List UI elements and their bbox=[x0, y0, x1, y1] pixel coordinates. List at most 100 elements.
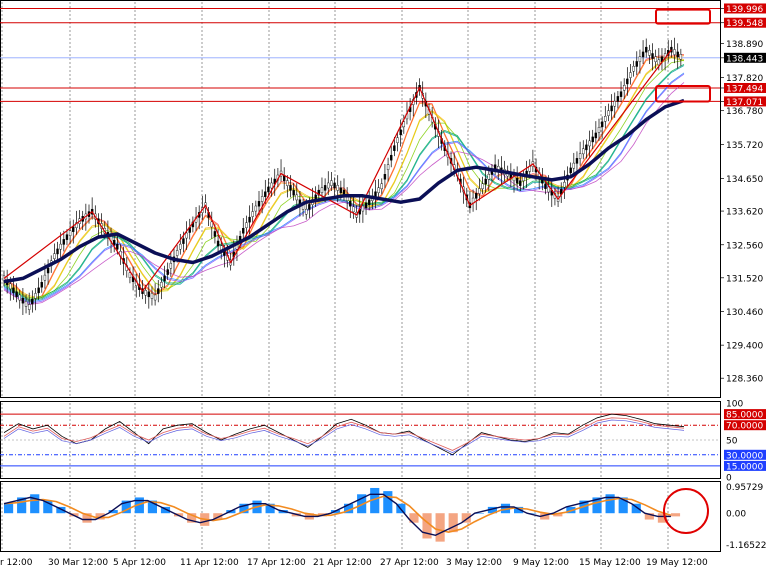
candle-body bbox=[216, 240, 220, 247]
candle-body bbox=[515, 177, 519, 184]
candle-body bbox=[676, 51, 679, 58]
candle-body bbox=[166, 269, 169, 275]
macd-y-axis: 0.95729 0.00 -1.16522 bbox=[726, 483, 766, 551]
price-tag-text: 138.443 bbox=[726, 54, 763, 64]
osc-y-label: 50 bbox=[726, 437, 738, 447]
y-tick-label: 131.520 bbox=[726, 274, 763, 284]
candle-body bbox=[327, 182, 330, 189]
candle-body bbox=[116, 243, 119, 250]
candle-body bbox=[15, 291, 18, 298]
candle-body bbox=[591, 136, 594, 143]
candle-body bbox=[59, 243, 62, 250]
candle-body bbox=[657, 59, 661, 66]
macd-y-label: 0.00 bbox=[726, 510, 746, 520]
candle-body bbox=[40, 282, 43, 288]
candle-body bbox=[24, 301, 28, 307]
candle-body bbox=[616, 96, 620, 102]
macd-panel-frame bbox=[0, 481, 721, 552]
price-y-axis: 139.996 139.548 138.890 138.443 137.820137.4… bbox=[720, 3, 766, 385]
candle-body bbox=[21, 297, 25, 304]
y-tick-label: 138.890 bbox=[726, 40, 763, 50]
candle-body bbox=[9, 283, 12, 290]
candle-body bbox=[150, 293, 154, 299]
candle-body bbox=[153, 294, 157, 301]
osc-level-tag-text: 15.0000 bbox=[726, 462, 763, 472]
candle-body bbox=[295, 194, 298, 201]
candle-body bbox=[578, 153, 582, 159]
candle-body bbox=[386, 164, 390, 170]
candle-body bbox=[673, 49, 676, 55]
osc-level-tag-text: 70.0000 bbox=[726, 422, 763, 432]
osc-level-tag-text: 85.0000 bbox=[726, 411, 763, 421]
y-tick-label: 135.720 bbox=[726, 141, 763, 151]
candle-body bbox=[645, 46, 648, 53]
candle-body bbox=[18, 294, 21, 301]
x-tick-label: 9 May 12:00 bbox=[513, 558, 569, 568]
candle-body bbox=[320, 187, 324, 194]
macd-bar bbox=[383, 491, 393, 514]
candle-body bbox=[377, 187, 380, 194]
macd-bar bbox=[435, 513, 445, 542]
candle-body bbox=[390, 154, 393, 161]
y-tick-label: 137.820 bbox=[726, 74, 763, 84]
y-tick-label: 129.400 bbox=[726, 342, 763, 352]
candle-body bbox=[213, 231, 217, 237]
candle-body bbox=[519, 180, 522, 186]
candle-body bbox=[179, 243, 182, 250]
candle-body bbox=[12, 287, 15, 294]
candle-body bbox=[544, 183, 547, 190]
oscillator-y-axis: 10085.000070.0000 50 30.000015.0000 0 bbox=[724, 400, 766, 484]
candle-body bbox=[251, 211, 254, 217]
candle-body bbox=[185, 232, 188, 239]
candle-body bbox=[582, 148, 585, 155]
candle-body bbox=[245, 222, 248, 228]
candle-body bbox=[31, 298, 34, 305]
candle-body bbox=[147, 291, 151, 298]
price-tag-text: 139.548 bbox=[726, 19, 763, 29]
candle-body bbox=[254, 205, 258, 212]
price-tag-text: 137.494 bbox=[726, 84, 763, 94]
candle-body bbox=[597, 127, 601, 133]
price-tag-text: 139.996 bbox=[726, 5, 763, 15]
candle-body bbox=[364, 202, 368, 209]
y-tick-label: 130.460 bbox=[726, 308, 763, 318]
candle-body bbox=[487, 174, 491, 180]
candle-body bbox=[308, 204, 311, 210]
candle-body bbox=[619, 91, 623, 97]
x-tick-label: 17 Apr 12:00 bbox=[247, 558, 306, 568]
candle-body bbox=[53, 253, 56, 259]
candle-body bbox=[641, 51, 645, 58]
candle-body bbox=[361, 205, 365, 212]
x-axis: r 12:00 30 Mar 12:00 5 Apr 12:00 11 Apr 12:… bbox=[0, 558, 708, 568]
candle-body bbox=[367, 199, 371, 205]
candle-body bbox=[257, 201, 261, 207]
candle-body bbox=[572, 162, 576, 169]
candle-body bbox=[349, 201, 352, 207]
candle-body bbox=[648, 50, 651, 56]
candle-body bbox=[175, 250, 179, 256]
x-tick-label: 11 Apr 12:00 bbox=[180, 558, 239, 568]
candle-body bbox=[260, 196, 264, 202]
x-tick-label: 30 Mar 12:00 bbox=[48, 558, 108, 568]
candle-body bbox=[613, 100, 616, 107]
x-tick-label: 27 Apr 12:00 bbox=[380, 558, 439, 568]
x-tick-label: 5 Apr 12:00 bbox=[113, 558, 166, 568]
candle-body bbox=[34, 293, 37, 299]
x-tick-label: 3 May 12:00 bbox=[446, 558, 502, 568]
candle-body bbox=[292, 189, 295, 196]
candle-body bbox=[68, 230, 72, 236]
candle-body bbox=[72, 226, 75, 232]
candle-body bbox=[604, 116, 607, 122]
candle-body bbox=[563, 181, 566, 188]
candle-body bbox=[286, 180, 289, 186]
candle-body bbox=[46, 267, 50, 274]
candle-body bbox=[484, 178, 487, 185]
candle-body bbox=[626, 78, 629, 85]
candle-body bbox=[267, 186, 270, 193]
candle-body bbox=[569, 167, 572, 174]
y-tick-label: 128.360 bbox=[726, 375, 763, 385]
candle-body bbox=[629, 72, 632, 78]
candle-body bbox=[383, 174, 387, 180]
candle-body bbox=[607, 110, 610, 116]
candle-body bbox=[62, 239, 66, 245]
